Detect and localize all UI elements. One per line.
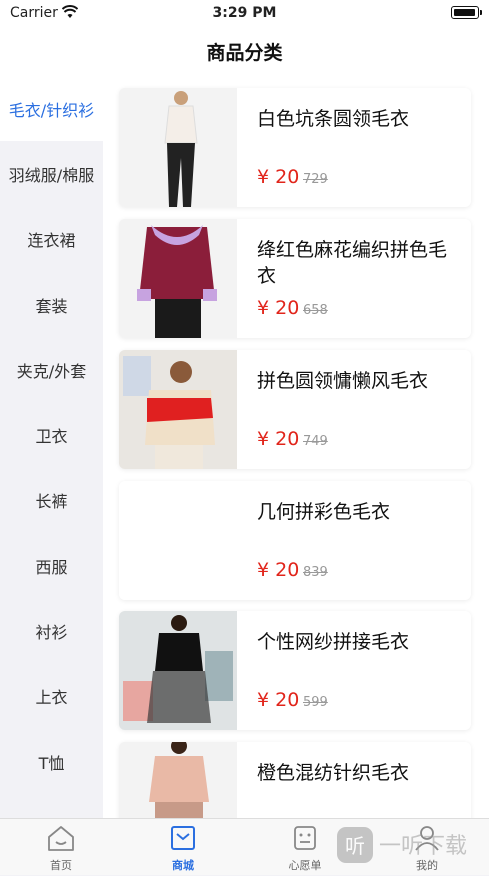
navigation-bar: 商品分类 — [0, 26, 489, 76]
tab-home-label: 首页 — [50, 859, 72, 872]
battery-icon — [451, 6, 482, 19]
home-icon — [48, 826, 74, 851]
product-card[interactable]: 橙色混纺针织毛衣 — [119, 742, 471, 818]
product-name: 拼色圆领慵懒风毛衣 — [257, 370, 429, 392]
tab-shop-label: 商城 — [172, 859, 194, 872]
product-image-placeholder — [119, 481, 237, 600]
product-price: ¥ 20 — [257, 297, 300, 319]
tab-home[interactable]: 首页 — [0, 819, 122, 876]
category-item-top[interactable]: 上衣 — [0, 664, 103, 729]
product-original-price: 599 — [303, 695, 328, 710]
product-image — [119, 611, 237, 730]
product-original-price: 658 — [303, 303, 328, 318]
product-image — [119, 350, 237, 469]
product-name: 几何拼彩色毛衣 — [257, 501, 391, 523]
product-name: 绛红色麻花编织拼色毛衣 — [257, 239, 448, 287]
category-item-shirt[interactable]: 衬衫 — [0, 598, 103, 663]
wishlist-icon — [294, 826, 316, 850]
product-name: 白色坑条圆领毛衣 — [257, 108, 410, 130]
shop-bag-icon — [171, 826, 195, 850]
product-price: ¥ 20 — [257, 559, 300, 581]
category-item-tshirt[interactable]: T恤 — [0, 729, 103, 794]
product-price: ¥ 20 — [257, 428, 300, 450]
category-item-blazer[interactable]: 西服 — [0, 533, 103, 598]
category-sidebar: 毛衣/针织衫 羽绒服/棉服 连衣裙 套装 夹克/外套 卫衣 长裤 西服 衬衫 上… — [0, 76, 103, 818]
page-title: 商品分类 — [206, 42, 283, 64]
category-item-trousers[interactable]: 长裤 — [0, 468, 103, 533]
svg-text:一听下载: 一听下载 — [379, 834, 467, 859]
category-item-jacket[interactable]: 夹克/外套 — [0, 337, 103, 402]
product-original-price: 749 — [303, 434, 328, 449]
product-price: ¥ 20 — [257, 689, 300, 711]
status-bar: Carrier 3:29 PM — [0, 0, 489, 26]
tab-shop[interactable]: 商城 — [122, 819, 244, 876]
product-card[interactable]: 个性网纱拼接毛衣 ¥ 20 599 — [119, 611, 471, 730]
category-item-dress[interactable]: 连衣裙 — [0, 207, 103, 272]
product-card[interactable]: 拼色圆领慵懒风毛衣 ¥ 20 749 — [119, 350, 471, 469]
category-item-suit-set[interactable]: 套装 — [0, 272, 103, 337]
category-item-sweater[interactable]: 毛衣/针织衫 — [0, 76, 103, 142]
product-card[interactable]: 几何拼彩色毛衣 ¥ 20 839 — [119, 481, 471, 600]
product-original-price: 839 — [303, 565, 328, 580]
watermark-logo: 听 一听下载 — [335, 823, 485, 867]
clock: 3:29 PM — [212, 5, 277, 21]
tab-bar: 首页 商城 心愿单 我的 听 一听下载 — [0, 818, 489, 875]
product-name: 橙色混纺针织毛衣 — [257, 762, 410, 784]
product-original-price: 729 — [303, 172, 328, 187]
product-price: ¥ 20 — [257, 166, 300, 188]
product-image — [119, 219, 237, 338]
product-image — [119, 88, 237, 207]
svg-text:听: 听 — [345, 834, 365, 858]
product-image — [119, 742, 237, 818]
category-item-hoodie[interactable]: 卫衣 — [0, 402, 103, 467]
product-list: 白色坑条圆领毛衣 ¥ 20 729 绛红色麻花编织拼色毛衣 ¥ 20 658 拼… — [103, 76, 489, 818]
category-item-down-jacket[interactable]: 羽绒服/棉服 — [0, 141, 103, 206]
product-card[interactable]: 白色坑条圆领毛衣 ¥ 20 729 — [119, 88, 471, 207]
product-name: 个性网纱拼接毛衣 — [257, 631, 410, 653]
product-card[interactable]: 绛红色麻花编织拼色毛衣 ¥ 20 658 — [119, 219, 471, 338]
